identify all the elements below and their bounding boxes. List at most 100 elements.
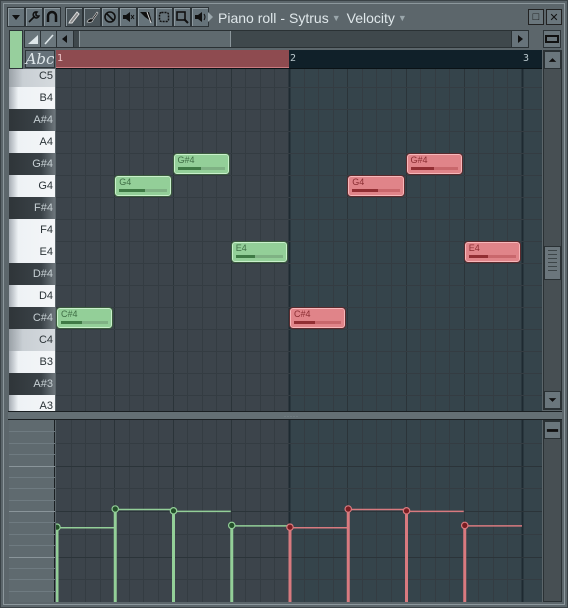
pencil-icon <box>68 11 80 24</box>
event-zoom-button[interactable] <box>544 421 561 439</box>
options-menu-button[interactable] <box>7 7 25 27</box>
note-grid[interactable]: C#4 G4 G#4 E4 C#4 G4 G#4 E4 <box>56 69 542 411</box>
slice-icon <box>140 11 152 24</box>
note-names-toggle[interactable]: Abc <box>25 50 55 68</box>
note-label: G#4 <box>177 155 195 165</box>
line-icon <box>43 34 54 45</box>
velocity-handle <box>344 505 353 513</box>
piano-key[interactable]: G4 <box>9 175 55 197</box>
minus-icon <box>546 429 559 432</box>
piano-key[interactable]: C#4 <box>9 307 55 329</box>
piano-key[interactable]: D#4 <box>9 263 55 285</box>
piano-key[interactable]: A3 <box>9 395 55 411</box>
zoom-tool-button[interactable] <box>173 7 191 27</box>
scale-line <box>9 591 55 592</box>
arrow-up-icon <box>548 58 557 62</box>
piano-key[interactable]: A#3 <box>9 373 55 395</box>
scroll-left-button[interactable] <box>57 31 74 47</box>
velocity-lane[interactable] <box>56 420 542 602</box>
note-velocity-bar <box>468 255 516 258</box>
velocity-handle <box>56 523 61 531</box>
select-tool-button[interactable] <box>155 7 173 27</box>
bar-number: 3 <box>523 53 530 64</box>
vertical-scroll-thumb[interactable] <box>544 246 561 280</box>
horizontal-scroll-thumb[interactable] <box>79 31 231 47</box>
scroll-up-button[interactable] <box>544 51 561 69</box>
scale-line <box>9 511 55 512</box>
piano-key[interactable]: C5 <box>9 69 55 87</box>
bar-number: 2 <box>290 53 297 64</box>
timeline-ruler[interactable]: 1 2 3 <box>56 50 542 69</box>
bar-number: 1 <box>57 53 64 64</box>
paint-tool-button[interactable] <box>83 7 101 27</box>
snap-magnet-button[interactable] <box>43 7 61 27</box>
window-title[interactable]: Piano roll <box>218 10 276 26</box>
piano-key[interactable]: A#4 <box>9 109 55 131</box>
toolbar-row <box>9 30 561 69</box>
scroll-right-button[interactable] <box>511 31 528 47</box>
ramp-tool-button[interactable] <box>24 30 41 48</box>
piano-key[interactable]: E4 <box>9 241 55 263</box>
line-tool-button[interactable] <box>40 30 57 48</box>
delete-icon <box>104 11 116 23</box>
delete-tool-button[interactable] <box>101 7 119 27</box>
mute-tool-button[interactable] <box>119 7 137 27</box>
scale-line <box>9 431 55 432</box>
scale-line <box>9 522 55 523</box>
note-velocity-bar <box>352 189 400 192</box>
scale-line <box>9 500 55 501</box>
tools-button[interactable] <box>25 7 43 27</box>
velocity-handle <box>111 505 120 513</box>
note[interactable]: E4 <box>231 242 287 262</box>
event-type-selector[interactable]: Velocity <box>347 10 395 26</box>
horizontal-scrollbar[interactable] <box>56 30 529 48</box>
channel-color-swatch[interactable] <box>9 30 23 69</box>
note[interactable]: C#4 <box>57 308 113 328</box>
scale-line <box>9 454 55 455</box>
mute-icon <box>123 12 135 22</box>
instrument-selector[interactable]: Sytrus <box>289 10 329 26</box>
note-velocity-bar <box>410 167 458 170</box>
note[interactable]: G#4 <box>406 154 462 174</box>
ramp-icon <box>27 35 38 44</box>
vertical-scrollbar[interactable] <box>543 50 562 410</box>
note[interactable]: E4 <box>464 242 520 262</box>
close-icon: ✕ <box>549 11 559 24</box>
dropdown-icon <box>12 15 20 20</box>
scale-line <box>9 466 55 467</box>
piano-key[interactable]: B3 <box>9 351 55 373</box>
scale-line <box>9 477 55 478</box>
piano-key[interactable]: C4 <box>9 329 55 351</box>
piano-key[interactable]: D4 <box>9 285 55 307</box>
note-label: C#4 <box>61 309 78 319</box>
instrument-dropdown-icon[interactable]: ▼ <box>332 13 341 23</box>
event-scale-panel <box>9 420 55 602</box>
note[interactable]: G4 <box>348 176 404 196</box>
note-velocity-bar <box>177 167 225 170</box>
note[interactable]: G4 <box>115 176 171 196</box>
scale-line <box>9 534 55 535</box>
piano-key[interactable]: F#4 <box>9 197 55 219</box>
note[interactable]: C#4 <box>290 308 346 328</box>
note-label: C#4 <box>294 309 311 319</box>
arrow-down-icon <box>548 398 557 402</box>
scroll-down-button[interactable] <box>544 391 561 409</box>
piano-key[interactable]: A4 <box>9 131 55 153</box>
piano-key[interactable]: F4 <box>9 219 55 241</box>
maximize-icon: □ <box>532 11 540 23</box>
editor-splitter[interactable]: ····· <box>8 411 562 420</box>
piano-key[interactable]: G#4 <box>9 153 55 175</box>
title-bar: Piano roll - Sytrus ▼ Velocity ▼ □ ✕ <box>6 7 564 29</box>
event-type-dropdown-icon[interactable]: ▼ <box>398 13 407 23</box>
wrench-icon <box>28 11 41 23</box>
horizontal-zoom-button[interactable] <box>543 30 561 48</box>
note-label: E4 <box>235 243 247 253</box>
velocity-handle <box>402 507 411 515</box>
piano-key[interactable]: B4 <box>9 87 55 109</box>
slice-tool-button[interactable] <box>137 7 155 27</box>
draw-tool-button[interactable] <box>65 7 83 27</box>
note[interactable]: G#4 <box>173 154 229 174</box>
close-button[interactable]: ✕ <box>546 9 562 25</box>
piano-keyboard: C5 B4 A#4 A4 G#4 G4 F#4 F4 E4 D#4 D4 C#4 C4 B3 A#3 A3 <box>9 69 55 411</box>
maximize-button[interactable]: □ <box>528 9 544 25</box>
